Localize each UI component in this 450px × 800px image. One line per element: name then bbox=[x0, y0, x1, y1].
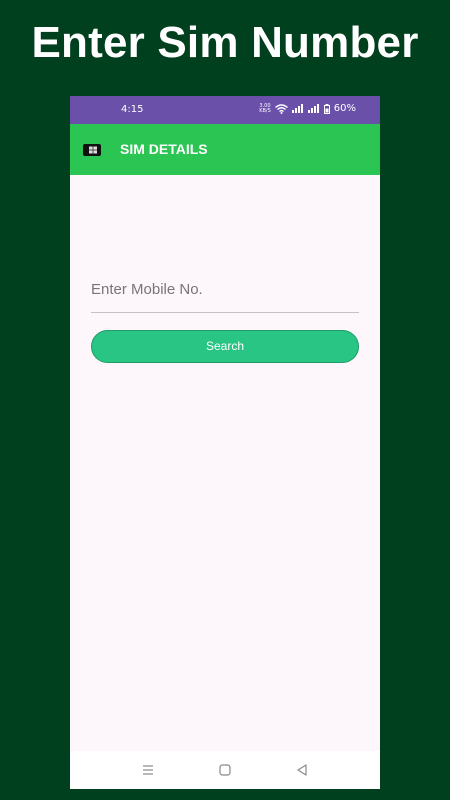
promo-headline: Enter Sim Number bbox=[31, 18, 419, 67]
status-time: 4:15 bbox=[121, 104, 144, 115]
wifi-icon bbox=[274, 103, 288, 114]
app-title: SIM DETAILS bbox=[120, 141, 208, 157]
menu-icon[interactable] bbox=[140, 762, 156, 778]
status-icons: 3.00 KB/S 60% bbox=[259, 103, 356, 114]
phone-screen: 4:15 3.00 KB/S 60% SIM DETAILS Enter Mob… bbox=[70, 96, 380, 789]
battery-percent: 60% bbox=[333, 103, 356, 114]
status-bar: 4:15 3.00 KB/S 60% bbox=[70, 96, 380, 124]
network-speed: 3.00 KB/S bbox=[259, 103, 271, 114]
mobile-number-input[interactable] bbox=[91, 266, 359, 313]
search-button[interactable]: Search bbox=[91, 330, 359, 363]
back-triangle-icon[interactable] bbox=[294, 762, 310, 778]
signal-icon-2 bbox=[307, 104, 319, 113]
home-square-icon[interactable] bbox=[217, 762, 233, 778]
system-nav-bar bbox=[70, 751, 380, 789]
network-speed-unit: KB/S bbox=[259, 107, 271, 114]
sim-card-icon bbox=[83, 144, 101, 156]
battery-icon bbox=[323, 103, 330, 114]
app-bar: SIM DETAILS bbox=[70, 124, 380, 175]
signal-icon-1 bbox=[291, 104, 303, 113]
